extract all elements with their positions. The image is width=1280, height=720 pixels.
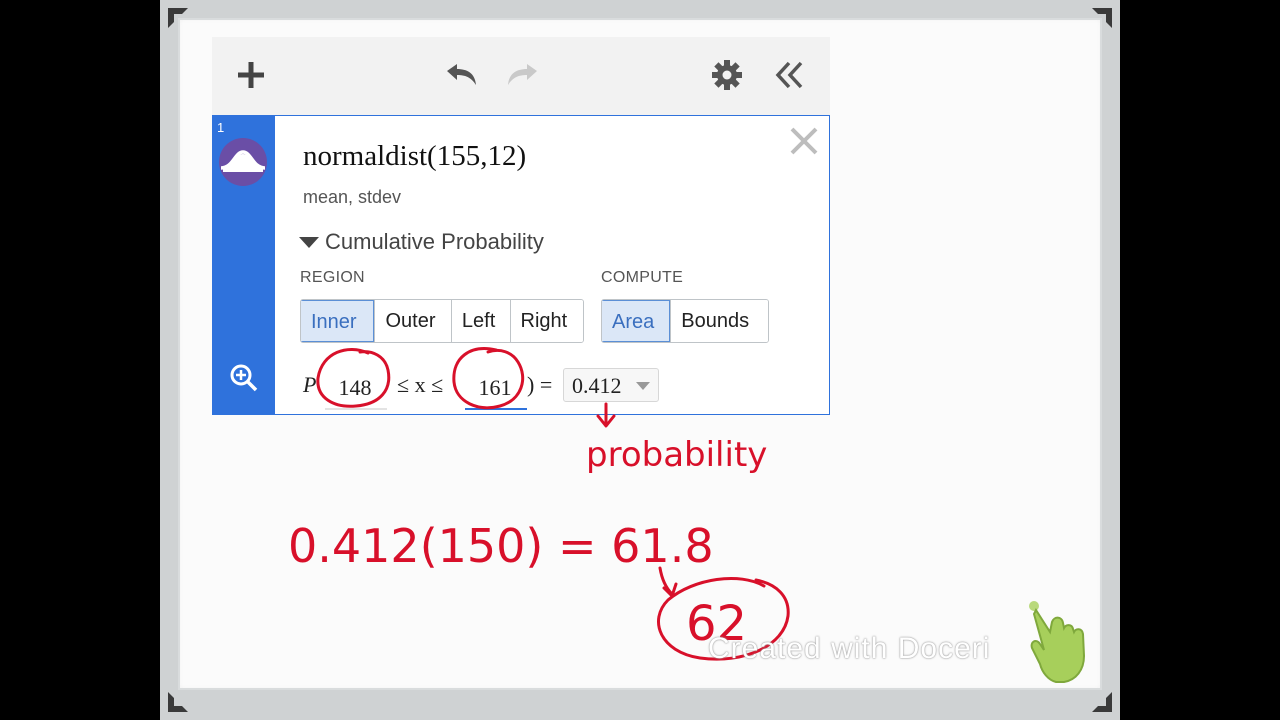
region-label: REGION [300, 269, 365, 286]
expression-index: 1 [217, 120, 225, 135]
close-icon[interactable] [789, 126, 819, 161]
region-segmented-control: Inner Outer Left Right [300, 299, 584, 343]
triangle-down-icon [299, 236, 319, 248]
expression-gutter: 1 [213, 116, 275, 414]
frame-corner-icon [1090, 690, 1114, 714]
probability-prefix: P [303, 372, 317, 397]
frame-corner-icon [166, 690, 190, 714]
plus-icon[interactable] [229, 55, 273, 95]
region-option-outer[interactable]: Outer [374, 300, 451, 342]
parameter-hint: mean, stdev [303, 187, 402, 207]
lower-bound-underline [325, 408, 387, 410]
normal-distribution-icon [219, 138, 267, 186]
frame-corner-icon [1090, 6, 1114, 30]
doceri-hand-icon [1022, 598, 1088, 695]
upper-bound-value: 161 [478, 375, 512, 400]
compute-option-bounds[interactable]: Bounds [670, 300, 768, 342]
compute-segmented-control: Area Bounds [601, 299, 769, 343]
equals-text: ) = [527, 372, 553, 397]
frame-corner-icon [166, 6, 190, 30]
expression-content: normaldist(155,12) mean, stdev Cumulativ… [275, 116, 829, 414]
watermark-text: Created with Doceri [708, 632, 991, 665]
expression-toolbar [212, 37, 830, 115]
desmos-calculator: 1 normaldist(155,12) mean, stdev Cumulat… [212, 37, 830, 415]
region-option-inner[interactable]: Inner [301, 300, 375, 342]
probability-row: P 148 ≤ x ≤ 161 ) = 0.412 [303, 362, 803, 410]
dropdown-caret-icon [636, 382, 650, 390]
lower-bound-value: 148 [338, 375, 372, 400]
upper-bound-underline [465, 408, 527, 410]
probability-result-dropdown[interactable]: 0.412 [563, 368, 659, 402]
compute-option-area[interactable]: Area [602, 300, 671, 342]
zoom-in-icon[interactable] [229, 363, 259, 398]
region-option-left[interactable]: Left [450, 300, 510, 342]
redo-icon[interactable] [502, 55, 546, 95]
region-option-right[interactable]: Right [509, 300, 583, 342]
undo-icon[interactable] [438, 55, 482, 95]
gear-icon[interactable] [705, 55, 749, 95]
cumulative-probability-toggle[interactable]: Cumulative Probability [299, 229, 544, 255]
compute-label: COMPUTE [601, 269, 684, 286]
cumulative-probability-label: Cumulative Probability [325, 229, 544, 254]
double-chevron-left-icon[interactable] [767, 55, 811, 95]
probability-result-value: 0.412 [572, 373, 622, 398]
lower-bound-input[interactable]: 148 [323, 372, 387, 404]
inequality-text: ≤ x ≤ [397, 372, 444, 397]
function-expression[interactable]: normaldist(155,12) [303, 140, 526, 173]
expression-item[interactable]: 1 normaldist(155,12) mean, stdev Cumulat… [212, 115, 830, 415]
upper-bound-input[interactable]: 161 [463, 372, 527, 404]
